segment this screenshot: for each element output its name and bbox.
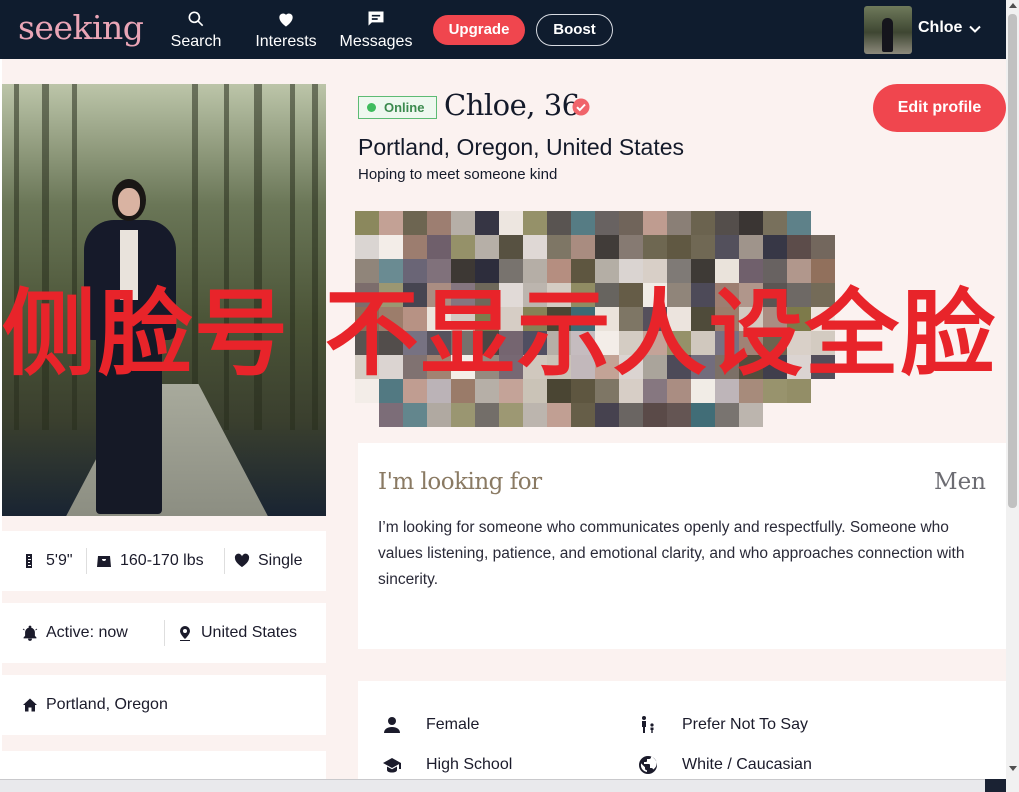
nav-messages-label: Messages — [339, 33, 413, 50]
nav-search-label: Search — [170, 33, 222, 50]
ethnicity-value: White / Caucasian — [682, 756, 812, 773]
ethnicity-detail: White / Caucasian — [638, 755, 812, 775]
nav-interests[interactable]: Interests — [250, 9, 322, 51]
scale-icon — [97, 556, 111, 567]
children-value: Prefer Not To Say — [682, 716, 808, 733]
activity-card: Active: now United States — [2, 603, 326, 663]
looking-for-title: I'm looking for — [378, 469, 542, 495]
online-label: Online — [384, 100, 425, 115]
nav-search[interactable]: Search — [168, 9, 224, 51]
profile-location: Portland, Oregon, United States — [358, 134, 685, 160]
ruler-icon — [26, 554, 32, 568]
taskbar-corner — [985, 779, 1006, 792]
relationship-stat: Single — [234, 531, 302, 591]
heart-icon — [250, 9, 322, 31]
active-value: Active: now — [46, 624, 128, 641]
location-pin-icon — [180, 626, 190, 641]
gender-value: Female — [426, 716, 480, 733]
vertical-scrollbar[interactable] — [1006, 0, 1019, 792]
height-stat: 5'9" — [22, 531, 73, 591]
details-card: Female Prefer Not To Say High School Whi… — [358, 681, 1006, 779]
active-stat: Active: now — [22, 603, 128, 663]
city-value: Portland, Oregon — [46, 696, 168, 713]
more-stats-card — [2, 751, 326, 779]
edit-profile-button[interactable]: Edit profile — [873, 84, 1006, 132]
boost-button[interactable]: Boost — [536, 14, 613, 46]
account-username[interactable]: Chloe — [918, 19, 962, 37]
relationship-value: Single — [258, 552, 303, 569]
profile-headline: Hoping to meet someone kind — [358, 166, 558, 183]
education-value: High School — [426, 756, 513, 773]
profile-page: 5'9" 160-170 lbs Single Active: now Unit… — [2, 59, 1006, 779]
person-icon — [384, 717, 400, 733]
watermark-overlay-text: 侧脸号 不显示人设全脸 — [2, 280, 997, 389]
heart-icon — [234, 553, 250, 567]
parent-child-icon — [642, 716, 654, 733]
country-stat: United States — [177, 603, 297, 663]
nav-interests-label: Interests — [255, 33, 317, 50]
search-icon — [168, 9, 224, 31]
graduation-cap-icon — [383, 758, 401, 773]
city-stat: Portland, Oregon — [22, 675, 168, 735]
home-icon — [23, 698, 37, 712]
scrollbar-thumb[interactable] — [1008, 14, 1017, 508]
top-navigation-bar: seeking Search Interests Messages Upgrad… — [0, 0, 1006, 59]
looking-for-description: I’m looking for someone who communicates… — [378, 519, 965, 588]
upgrade-button[interactable]: Upgrade — [433, 15, 525, 45]
seeking-logo[interactable]: seeking — [18, 8, 144, 47]
education-detail: High School — [382, 755, 512, 775]
looking-for-card: I'm looking for Men I’m looking for some… — [358, 443, 1006, 649]
weight-stat: 160-170 lbs — [96, 531, 204, 591]
scroll-down-arrow-icon[interactable] — [1009, 766, 1017, 771]
city-card: Portland, Oregon — [2, 675, 326, 735]
bell-icon — [22, 625, 38, 641]
nav-messages[interactable]: Messages — [336, 9, 416, 51]
gender-detail: Female — [382, 715, 479, 735]
scroll-up-arrow-icon[interactable] — [1009, 3, 1017, 8]
avatar[interactable] — [864, 6, 912, 54]
verified-badge-icon — [572, 98, 590, 116]
height-value: 5'9" — [46, 552, 73, 569]
weight-value: 160-170 lbs — [120, 552, 204, 569]
children-detail: Prefer Not To Say — [638, 715, 808, 735]
looking-for-target: Men — [934, 469, 986, 495]
physical-stats-card: 5'9" 160-170 lbs Single — [2, 531, 326, 591]
online-dot-icon — [367, 103, 376, 112]
online-status-badge: Online — [358, 96, 437, 119]
profile-name: Chloe, 36 — [444, 88, 580, 122]
globe-icon — [639, 756, 657, 774]
message-icon — [336, 9, 416, 31]
window-bottom-edge — [0, 779, 1006, 792]
chevron-down-icon[interactable] — [968, 22, 982, 36]
country-value: United States — [201, 624, 298, 641]
